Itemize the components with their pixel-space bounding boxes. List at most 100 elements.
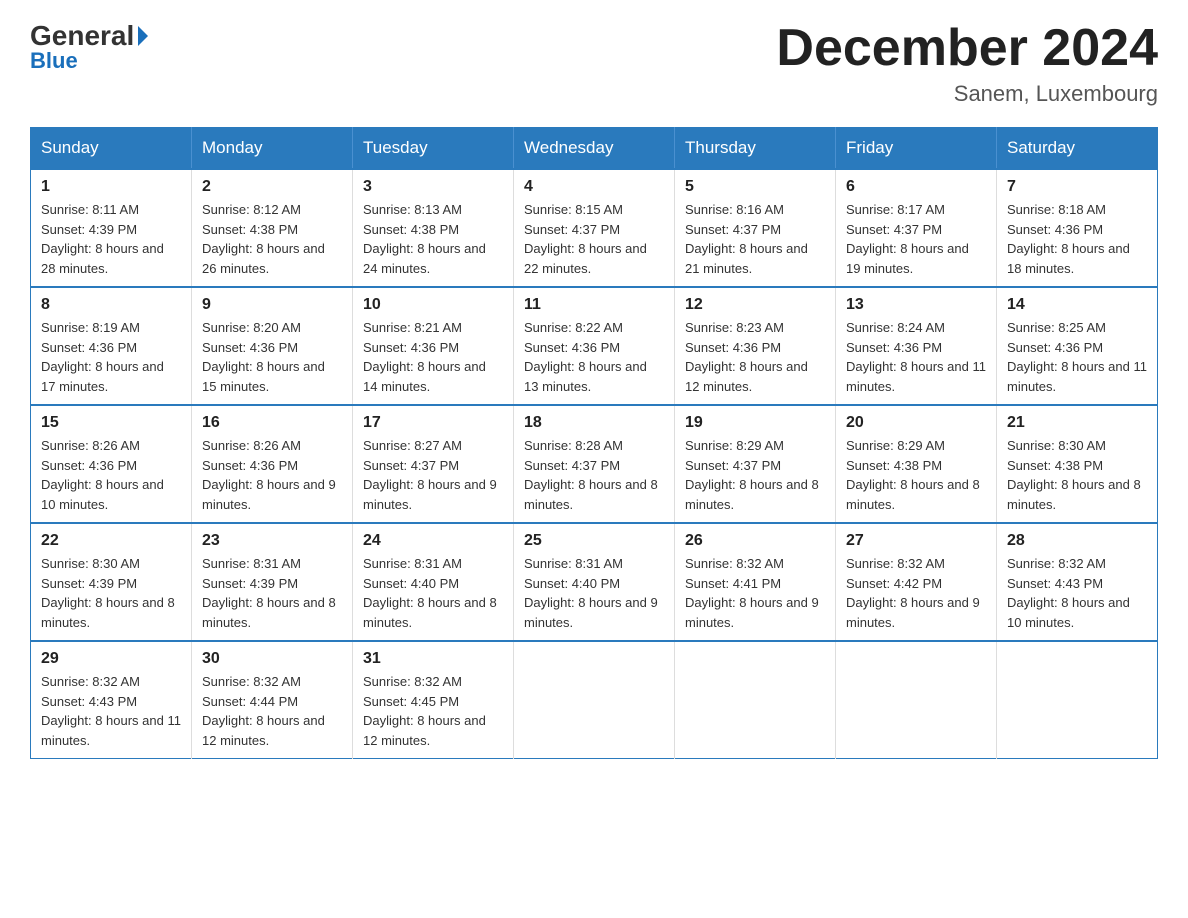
calendar-day-cell xyxy=(997,641,1158,759)
day-number: 14 xyxy=(1007,296,1147,314)
calendar-day-cell: 2 Sunrise: 8:12 AM Sunset: 4:38 PM Dayli… xyxy=(192,169,353,287)
sunrise-label: Sunrise: 8:15 AM xyxy=(524,202,623,217)
day-info: Sunrise: 8:28 AM Sunset: 4:37 PM Dayligh… xyxy=(524,436,664,514)
col-tuesday: Tuesday xyxy=(353,128,514,170)
sunset-label: Sunset: 4:36 PM xyxy=(363,340,459,355)
calendar-week-row: 29 Sunrise: 8:32 AM Sunset: 4:43 PM Dayl… xyxy=(31,641,1158,759)
daylight-label: Daylight: 8 hours and 19 minutes. xyxy=(846,241,969,276)
day-number: 19 xyxy=(685,414,825,432)
calendar-day-cell: 13 Sunrise: 8:24 AM Sunset: 4:36 PM Dayl… xyxy=(836,287,997,405)
day-number: 8 xyxy=(41,296,181,314)
title-block: December 2024 Sanem, Luxembourg xyxy=(776,20,1158,107)
day-info: Sunrise: 8:15 AM Sunset: 4:37 PM Dayligh… xyxy=(524,200,664,278)
day-info: Sunrise: 8:31 AM Sunset: 4:39 PM Dayligh… xyxy=(202,554,342,632)
calendar-day-cell: 16 Sunrise: 8:26 AM Sunset: 4:36 PM Dayl… xyxy=(192,405,353,523)
day-info: Sunrise: 8:27 AM Sunset: 4:37 PM Dayligh… xyxy=(363,436,503,514)
daylight-label: Daylight: 8 hours and 11 minutes. xyxy=(41,713,181,748)
sunrise-label: Sunrise: 8:13 AM xyxy=(363,202,462,217)
sunset-label: Sunset: 4:39 PM xyxy=(41,576,137,591)
day-info: Sunrise: 8:32 AM Sunset: 4:43 PM Dayligh… xyxy=(41,672,181,750)
sunrise-label: Sunrise: 8:24 AM xyxy=(846,320,945,335)
day-number: 3 xyxy=(363,178,503,196)
col-monday: Monday xyxy=(192,128,353,170)
calendar-day-cell: 20 Sunrise: 8:29 AM Sunset: 4:38 PM Dayl… xyxy=(836,405,997,523)
day-info: Sunrise: 8:32 AM Sunset: 4:43 PM Dayligh… xyxy=(1007,554,1147,632)
calendar-day-cell: 23 Sunrise: 8:31 AM Sunset: 4:39 PM Dayl… xyxy=(192,523,353,641)
sunset-label: Sunset: 4:43 PM xyxy=(41,694,137,709)
sunrise-label: Sunrise: 8:23 AM xyxy=(685,320,784,335)
calendar-table: Sunday Monday Tuesday Wednesday Thursday… xyxy=(30,127,1158,759)
daylight-label: Daylight: 8 hours and 12 minutes. xyxy=(363,713,486,748)
calendar-day-cell: 9 Sunrise: 8:20 AM Sunset: 4:36 PM Dayli… xyxy=(192,287,353,405)
calendar-day-cell: 19 Sunrise: 8:29 AM Sunset: 4:37 PM Dayl… xyxy=(675,405,836,523)
calendar-day-cell: 10 Sunrise: 8:21 AM Sunset: 4:36 PM Dayl… xyxy=(353,287,514,405)
day-number: 16 xyxy=(202,414,342,432)
daylight-label: Daylight: 8 hours and 24 minutes. xyxy=(363,241,486,276)
daylight-label: Daylight: 8 hours and 8 minutes. xyxy=(202,595,336,630)
day-info: Sunrise: 8:23 AM Sunset: 4:36 PM Dayligh… xyxy=(685,318,825,396)
sunrise-label: Sunrise: 8:20 AM xyxy=(202,320,301,335)
day-number: 27 xyxy=(846,532,986,550)
day-number: 18 xyxy=(524,414,664,432)
sunset-label: Sunset: 4:37 PM xyxy=(524,458,620,473)
day-number: 13 xyxy=(846,296,986,314)
day-info: Sunrise: 8:32 AM Sunset: 4:45 PM Dayligh… xyxy=(363,672,503,750)
calendar-day-cell xyxy=(675,641,836,759)
day-number: 9 xyxy=(202,296,342,314)
sunrise-label: Sunrise: 8:32 AM xyxy=(202,674,301,689)
calendar-week-row: 15 Sunrise: 8:26 AM Sunset: 4:36 PM Dayl… xyxy=(31,405,1158,523)
sunrise-label: Sunrise: 8:26 AM xyxy=(202,438,301,453)
sunrise-label: Sunrise: 8:28 AM xyxy=(524,438,623,453)
sunset-label: Sunset: 4:37 PM xyxy=(685,222,781,237)
day-info: Sunrise: 8:12 AM Sunset: 4:38 PM Dayligh… xyxy=(202,200,342,278)
col-thursday: Thursday xyxy=(675,128,836,170)
day-number: 5 xyxy=(685,178,825,196)
sunset-label: Sunset: 4:41 PM xyxy=(685,576,781,591)
calendar-day-cell: 14 Sunrise: 8:25 AM Sunset: 4:36 PM Dayl… xyxy=(997,287,1158,405)
sunset-label: Sunset: 4:36 PM xyxy=(1007,340,1103,355)
day-info: Sunrise: 8:32 AM Sunset: 4:42 PM Dayligh… xyxy=(846,554,986,632)
sunset-label: Sunset: 4:45 PM xyxy=(363,694,459,709)
sunset-label: Sunset: 4:36 PM xyxy=(41,340,137,355)
calendar-day-cell: 12 Sunrise: 8:23 AM Sunset: 4:36 PM Dayl… xyxy=(675,287,836,405)
calendar-day-cell: 31 Sunrise: 8:32 AM Sunset: 4:45 PM Dayl… xyxy=(353,641,514,759)
sunset-label: Sunset: 4:38 PM xyxy=(202,222,298,237)
daylight-label: Daylight: 8 hours and 9 minutes. xyxy=(685,595,819,630)
calendar-day-cell: 18 Sunrise: 8:28 AM Sunset: 4:37 PM Dayl… xyxy=(514,405,675,523)
day-number: 7 xyxy=(1007,178,1147,196)
calendar-day-cell: 11 Sunrise: 8:22 AM Sunset: 4:36 PM Dayl… xyxy=(514,287,675,405)
calendar-day-cell: 4 Sunrise: 8:15 AM Sunset: 4:37 PM Dayli… xyxy=(514,169,675,287)
daylight-label: Daylight: 8 hours and 15 minutes. xyxy=(202,359,325,394)
sunset-label: Sunset: 4:36 PM xyxy=(202,340,298,355)
day-number: 26 xyxy=(685,532,825,550)
sunset-label: Sunset: 4:42 PM xyxy=(846,576,942,591)
calendar-day-cell: 22 Sunrise: 8:30 AM Sunset: 4:39 PM Dayl… xyxy=(31,523,192,641)
day-info: Sunrise: 8:26 AM Sunset: 4:36 PM Dayligh… xyxy=(41,436,181,514)
day-info: Sunrise: 8:25 AM Sunset: 4:36 PM Dayligh… xyxy=(1007,318,1147,396)
day-info: Sunrise: 8:31 AM Sunset: 4:40 PM Dayligh… xyxy=(363,554,503,632)
col-friday: Friday xyxy=(836,128,997,170)
col-saturday: Saturday xyxy=(997,128,1158,170)
sunrise-label: Sunrise: 8:32 AM xyxy=(846,556,945,571)
day-number: 17 xyxy=(363,414,503,432)
calendar-day-cell: 8 Sunrise: 8:19 AM Sunset: 4:36 PM Dayli… xyxy=(31,287,192,405)
sunset-label: Sunset: 4:38 PM xyxy=(1007,458,1103,473)
day-info: Sunrise: 8:19 AM Sunset: 4:36 PM Dayligh… xyxy=(41,318,181,396)
day-info: Sunrise: 8:31 AM Sunset: 4:40 PM Dayligh… xyxy=(524,554,664,632)
daylight-label: Daylight: 8 hours and 21 minutes. xyxy=(685,241,808,276)
calendar-day-cell: 28 Sunrise: 8:32 AM Sunset: 4:43 PM Dayl… xyxy=(997,523,1158,641)
calendar-day-cell: 3 Sunrise: 8:13 AM Sunset: 4:38 PM Dayli… xyxy=(353,169,514,287)
sunset-label: Sunset: 4:39 PM xyxy=(41,222,137,237)
day-number: 23 xyxy=(202,532,342,550)
location-subtitle: Sanem, Luxembourg xyxy=(776,81,1158,107)
sunset-label: Sunset: 4:37 PM xyxy=(524,222,620,237)
sunset-label: Sunset: 4:40 PM xyxy=(363,576,459,591)
main-title: December 2024 xyxy=(776,20,1158,77)
sunrise-label: Sunrise: 8:12 AM xyxy=(202,202,301,217)
day-info: Sunrise: 8:17 AM Sunset: 4:37 PM Dayligh… xyxy=(846,200,986,278)
sunrise-label: Sunrise: 8:29 AM xyxy=(846,438,945,453)
day-info: Sunrise: 8:32 AM Sunset: 4:44 PM Dayligh… xyxy=(202,672,342,750)
sunset-label: Sunset: 4:37 PM xyxy=(363,458,459,473)
sunrise-label: Sunrise: 8:30 AM xyxy=(1007,438,1106,453)
sunset-label: Sunset: 4:36 PM xyxy=(41,458,137,473)
